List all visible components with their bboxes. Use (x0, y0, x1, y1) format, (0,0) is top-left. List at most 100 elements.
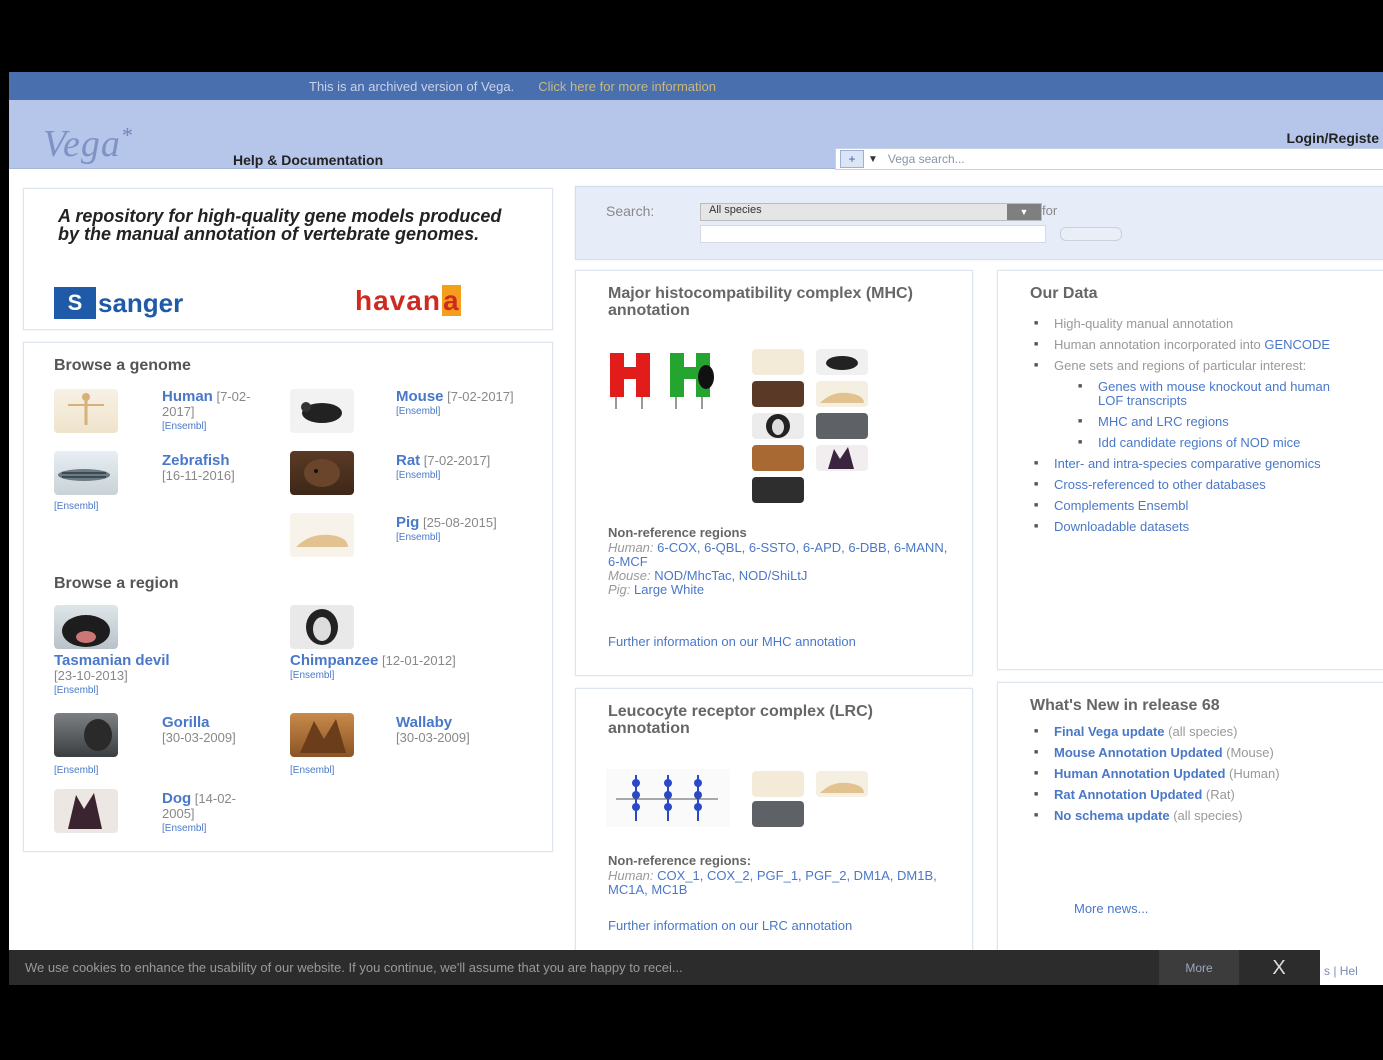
ensembl-link[interactable]: [Ensembl] (396, 530, 516, 545)
site-search-input[interactable]: Vega search... (888, 152, 965, 166)
dog-mini-icon[interactable] (816, 445, 868, 471)
chimpanzee-mini-icon[interactable] (752, 413, 804, 439)
our-data-title: Our Data (1030, 285, 1098, 302)
sanger-logo[interactable]: S sanger (54, 287, 183, 319)
list-item[interactable]: MHC and LRC regions (1028, 415, 1358, 430)
havana-logo[interactable]: havana (354, 285, 461, 317)
species-dog[interactable]: Dog [14-02-2005] [Ensembl] (162, 791, 262, 836)
letterbox-left (0, 72, 9, 1060)
search-go-button[interactable] (1060, 227, 1122, 241)
gorilla-mini-icon[interactable] (816, 413, 868, 439)
lrc-human-links[interactable]: COX_1, COX_2, PGF_1, PGF_2, DM1A, DM1B, … (608, 868, 937, 897)
gorilla-thumbnail[interactable] (54, 713, 118, 757)
mhc-title: Major histocompatibility complex (MHC) a… (608, 285, 913, 319)
list-item[interactable]: Idd candidate regions of NOD mice (1028, 436, 1358, 451)
chimpanzee-thumbnail[interactable] (290, 605, 354, 649)
species-search-icon[interactable]: + (840, 150, 864, 168)
mhc-further-info-link[interactable]: Further information on our MHC annotatio… (608, 635, 948, 649)
human-thumbnail[interactable] (54, 389, 118, 433)
pig-mini-icon[interactable] (816, 381, 868, 407)
archive-banner: This is an archived version of Vega. Cli… (9, 72, 1383, 100)
human-mini-icon[interactable] (752, 771, 804, 797)
help-documentation-link[interactable]: Help & Documentation (233, 152, 383, 168)
list-item[interactable]: Final Vega update (all species) (1028, 725, 1358, 740)
pig-icon (296, 534, 348, 547)
species-pig[interactable]: Pig [25-08-2015] [Ensembl] (396, 515, 516, 545)
species-tasmanian-devil[interactable]: Tasmanian devil [23-10-2013] [Ensembl] (54, 653, 264, 698)
lrc-panel: Leucocyte receptor complex (LRC) annotat… (575, 688, 973, 985)
list-item[interactable]: Cross-referenced to other databases (1028, 478, 1358, 493)
archive-text: This is an archived version of Vega. (309, 78, 515, 94)
species-rat[interactable]: Rat [7-02-2017] [Ensembl] (396, 453, 516, 483)
list-item[interactable]: Complements Ensembl (1028, 499, 1358, 514)
mhc-human-links[interactable]: 6-COX, 6-QBL, 6-SSTO, 6-APD, 6-DBB, 6-MA… (608, 540, 947, 569)
mhc-pig-links[interactable]: Large White (634, 582, 704, 597)
list-item[interactable]: Downloadable datasets (1028, 520, 1358, 535)
pig-thumbnail[interactable] (290, 513, 354, 557)
dog-thumbnail[interactable] (54, 789, 118, 833)
species-gorilla[interactable]: Gorilla [30-03-2009] (162, 715, 252, 745)
lrc-further-info-link[interactable]: Further information on our LRC annotatio… (608, 919, 948, 933)
for-label: for (1042, 203, 1058, 218)
list-item[interactable]: Inter- and intra-species comparative gen… (1028, 457, 1358, 472)
species-mouse[interactable]: Mouse [7-02-2017] [Ensembl] (396, 389, 526, 419)
vega-logo[interactable]: Vega* (43, 122, 133, 166)
browse-region-title: Browse a region (54, 575, 179, 592)
close-icon[interactable]: X (1265, 954, 1293, 982)
list-item: Gene sets and regions of particular inte… (1028, 359, 1358, 374)
rat-thumbnail[interactable] (290, 451, 354, 495)
site-search-box[interactable]: + ▼ Vega search... (835, 148, 1383, 170)
gencode-link[interactable]: GENCODE (1264, 337, 1330, 352)
login-register-link[interactable]: Login/Registe (1286, 130, 1379, 146)
search-input[interactable] (700, 225, 1046, 243)
species-zebrafish[interactable]: Zebrafish [16-11-2016] (162, 453, 282, 483)
archive-info-link[interactable]: Click here for more information (538, 79, 716, 94)
ensembl-link[interactable]: [Ensembl] (396, 468, 516, 483)
mouse-thumbnail[interactable] (290, 389, 354, 433)
letterbox-bottom (0, 985, 1383, 1060)
species-select[interactable]: All species ▼ (700, 203, 1042, 221)
tagline: A repository for high-quality gene model… (58, 206, 502, 244)
pig-mini-icon[interactable] (816, 771, 868, 797)
list-item[interactable]: No schema update (all species) (1028, 809, 1358, 824)
list-item[interactable]: Human Annotation Updated (Human) (1028, 767, 1358, 782)
list-item[interactable]: Mouse Annotation Updated (Mouse) (1028, 746, 1358, 761)
list-item[interactable]: Rat Annotation Updated (Rat) (1028, 788, 1358, 803)
cookie-more-button[interactable]: More (1159, 950, 1239, 986)
more-news-link[interactable]: More news... (1074, 901, 1148, 916)
mhc-diagram-icon[interactable] (606, 349, 730, 411)
dropdown-arrow-icon[interactable]: ▼ (1007, 204, 1041, 220)
list-item[interactable]: Genes with mouse knockout and human LOF … (1028, 380, 1358, 408)
wallaby-thumbnail[interactable] (290, 713, 354, 757)
species-zebrafish-ensembl[interactable]: [Ensembl] (54, 499, 98, 514)
rat-mini-icon[interactable] (752, 381, 804, 407)
whats-new-panel: What's New in release 68 Final Vega upda… (997, 682, 1383, 985)
species-human[interactable]: Human [7-02-2017] [Ensembl] (162, 389, 282, 434)
ensembl-link[interactable]: [Ensembl] (162, 821, 262, 836)
ensembl-link[interactable]: [Ensembl] (396, 404, 526, 419)
footer-links[interactable]: s | Hel (1324, 964, 1358, 978)
lrc-diagram-icon[interactable] (606, 769, 730, 827)
tasmanian-devil-icon (62, 615, 110, 647)
mouse-mini-icon[interactable] (816, 349, 868, 375)
mhc-mouse-links[interactable]: NOD/MhcTac, NOD/ShiLtJ (654, 568, 807, 583)
zebrafish-thumbnail[interactable] (54, 451, 118, 495)
ensembl-link[interactable]: [Ensembl] (54, 683, 264, 698)
dropdown-arrow-icon[interactable]: ▼ (868, 154, 878, 165)
tasmanian-devil-thumbnail[interactable] (54, 605, 118, 649)
species-chimpanzee[interactable]: Chimpanzee [12-01-2012] [Ensembl] (290, 653, 530, 683)
human-mini-icon[interactable] (752, 349, 804, 375)
mouse-icon (301, 402, 342, 423)
tasmanian-devil-mini-icon[interactable] (752, 477, 804, 503)
ensembl-link[interactable]: [Ensembl] (290, 668, 530, 683)
gorilla-mini-icon[interactable] (752, 801, 804, 827)
species-gorilla-ensembl[interactable]: [Ensembl] (54, 763, 98, 778)
species-wallaby[interactable]: Wallaby [30-03-2009] (396, 715, 496, 745)
ensembl-link[interactable]: [Ensembl] (162, 419, 282, 434)
our-data-list: High-quality manual annotation Human ann… (1028, 317, 1358, 541)
lrc-nonref-list: Human: COX_1, COX_2, PGF_1, PGF_2, DM1A,… (608, 868, 937, 897)
wallaby-mini-icon[interactable] (752, 445, 804, 471)
site-header: Vega* Help & Documentation Login/Registe… (9, 100, 1383, 170)
intro-panel: A repository for high-quality gene model… (23, 188, 553, 330)
species-wallaby-ensembl[interactable]: [Ensembl] (290, 763, 334, 778)
